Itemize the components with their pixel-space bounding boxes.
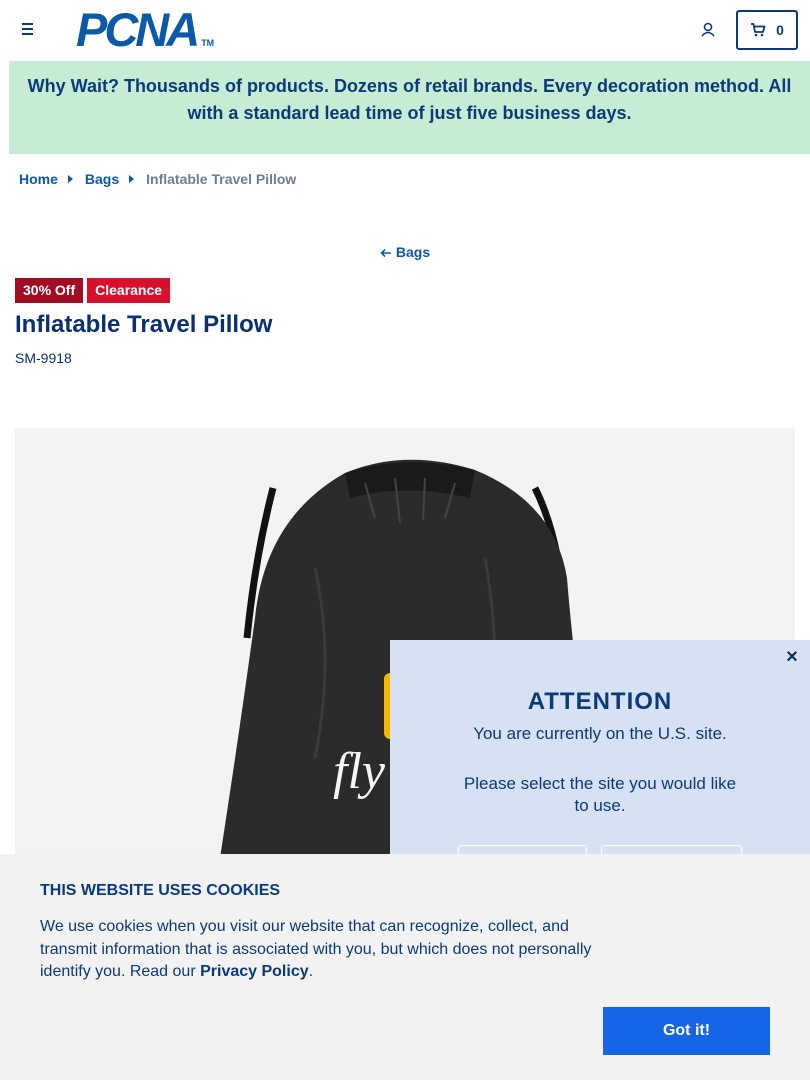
back-to-bags-link[interactable]: Bags bbox=[380, 244, 430, 260]
breadcrumb-current: Inflatable Travel Pillow bbox=[146, 171, 297, 187]
cart-icon bbox=[751, 23, 766, 37]
breadcrumb-arrow-icon bbox=[129, 175, 135, 183]
cookie-banner: THIS WEBSITE USES COOKIES We use cookies… bbox=[0, 854, 810, 1080]
breadcrumb-arrow-icon bbox=[67, 175, 73, 183]
back-arrow-icon bbox=[380, 248, 391, 258]
attention-select-prompt: Please select the site you would like to… bbox=[463, 774, 737, 815]
attention-current-site: You are currently on the U.S. site. bbox=[473, 724, 727, 743]
privacy-policy-link[interactable]: Privacy Policy bbox=[200, 963, 309, 980]
breadcrumb: Home Bags Inflatable Travel Pillow bbox=[19, 171, 296, 187]
product-sku: SM-9918 bbox=[15, 350, 72, 366]
breadcrumb-home[interactable]: Home bbox=[19, 171, 58, 187]
clearance-badge: Clearance bbox=[87, 278, 171, 303]
accept-cookies-button[interactable]: Got it! bbox=[603, 1007, 770, 1055]
menu-icon[interactable] bbox=[16, 20, 40, 40]
promo-banner: Why Wait? Thousands of products. Dozens … bbox=[9, 61, 810, 154]
close-icon[interactable]: × bbox=[784, 647, 800, 667]
cart-button[interactable]: 0 bbox=[736, 10, 798, 50]
breadcrumb-bags[interactable]: Bags bbox=[85, 171, 119, 187]
cookie-text-end: . bbox=[308, 963, 314, 980]
back-link-label: Bags bbox=[395, 244, 431, 260]
imprint-text: fly bbox=[333, 743, 386, 800]
cookie-title: THIS WEBSITE USES COOKIES bbox=[40, 882, 281, 899]
site-header: PCNA TM 0 bbox=[0, 0, 810, 61]
product-badges: 30% Off Clearance bbox=[15, 278, 171, 303]
cookie-body: We use cookies when you visit our websit… bbox=[40, 918, 592, 980]
attention-title: ATTENTION bbox=[527, 688, 673, 715]
cart-count: 0 bbox=[776, 22, 784, 38]
discount-badge: 30% Off bbox=[15, 278, 84, 303]
cookie-text: We use cookies when you visit our websit… bbox=[40, 916, 600, 984]
account-icon[interactable] bbox=[698, 20, 718, 40]
back-link-container: Bags bbox=[0, 244, 810, 260]
promo-text: Why Wait? Thousands of products. Dozens … bbox=[27, 76, 792, 123]
pcna-logo[interactable]: PCNA TM bbox=[76, 6, 214, 53]
attention-popup: × ATTENTION You are currently on the U.S… bbox=[390, 640, 810, 865]
product-title: Inflatable Travel Pillow bbox=[15, 311, 273, 338]
